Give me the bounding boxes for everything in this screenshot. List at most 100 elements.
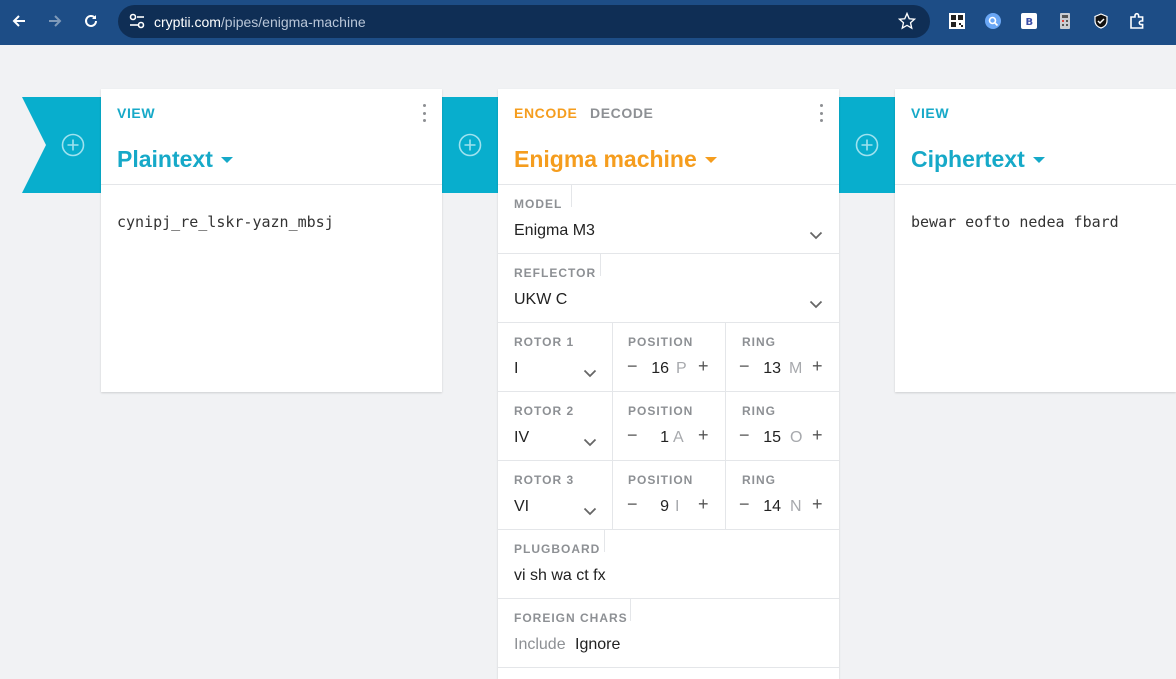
column-divider: [612, 392, 613, 461]
rotor-label: ROTOR 2: [514, 404, 575, 418]
browser-toolbar: cryptii.com/pipes/enigma-machine B: [0, 0, 1176, 45]
back-button[interactable]: [6, 8, 32, 34]
ciphertext-title-dropdown[interactable]: Ciphertext: [911, 146, 1045, 173]
ring-value[interactable]: 15: [756, 429, 781, 447]
qr-extension-icon[interactable]: [948, 12, 966, 30]
ring-label: RING: [742, 473, 776, 487]
tab-view[interactable]: VIEW: [911, 105, 949, 121]
tune-icon[interactable]: [128, 13, 146, 29]
reload-icon: [85, 14, 97, 27]
position-value[interactable]: 9: [644, 498, 669, 516]
caret-down-icon: [704, 156, 717, 163]
chevron-down-icon: [809, 231, 823, 240]
rotor-row: ROTOR 2 IV POSITION − 1 A + RING − 15 O …: [498, 392, 839, 461]
rotor-row: ROTOR 3 VI POSITION − 9 I + RING − 14 N …: [498, 461, 839, 530]
position-decrement-button[interactable]: −: [627, 494, 638, 515]
ciphertext-content[interactable]: bewar eofto nedea fbard: [911, 213, 1119, 231]
tab-view[interactable]: VIEW: [117, 105, 155, 121]
position-increment-button[interactable]: +: [698, 494, 709, 515]
foreign-chars-include-option[interactable]: Include: [514, 636, 566, 654]
plaintext-title-dropdown[interactable]: Plaintext: [117, 146, 233, 173]
position-label: POSITION: [628, 473, 694, 487]
plus-circle-icon[interactable]: [458, 133, 482, 157]
position-label: POSITION: [628, 335, 694, 349]
ring-decrement-button[interactable]: −: [739, 356, 750, 377]
forward-button[interactable]: [42, 8, 68, 34]
plugboard-field[interactable]: PLUGBOARD vi sh wa ct fx: [498, 530, 839, 599]
position-label: POSITION: [628, 404, 694, 418]
tab-decode[interactable]: DECODE: [590, 105, 654, 121]
chevron-down-icon: [809, 300, 823, 309]
calculator-extension-icon[interactable]: [1056, 12, 1074, 30]
card-title: Plaintext: [117, 146, 213, 172]
ring-increment-button[interactable]: +: [812, 425, 823, 446]
ciphertext-card: VIEW Ciphertext bewar eofto nedea fbard: [895, 89, 1176, 392]
column-divider: [612, 323, 613, 392]
ring-value[interactable]: 13: [756, 360, 781, 378]
foreign-chars-field: FOREIGN CHARS Include Ignore: [498, 599, 839, 668]
label-divider: [600, 254, 601, 276]
kebab-icon[interactable]: [421, 104, 427, 122]
ring-letter: M: [789, 360, 803, 377]
position-decrement-button[interactable]: −: [627, 356, 638, 377]
svg-text:B: B: [1026, 17, 1034, 28]
position-letter: P: [676, 360, 687, 377]
arrow-right-icon: [49, 15, 62, 27]
rotor-label: ROTOR 3: [514, 473, 575, 487]
field-label: MODEL: [514, 197, 563, 211]
foreign-chars-ignore-option[interactable]: Ignore: [575, 636, 620, 654]
column-divider: [725, 323, 726, 392]
address-bar[interactable]: cryptii.com/pipes/enigma-machine: [118, 5, 930, 38]
position-increment-button[interactable]: +: [698, 425, 709, 446]
plus-circle-icon[interactable]: [855, 133, 879, 157]
ring-letter: N: [790, 498, 802, 515]
rotor-select[interactable]: VI: [514, 498, 529, 516]
ring-label: RING: [742, 335, 776, 349]
enigma-card: ENCODE DECODE Enigma machine MODEL Enigm…: [498, 89, 839, 679]
enigma-card-header: ENCODE DECODE Enigma machine: [498, 89, 839, 185]
label-divider: [604, 530, 605, 552]
column-divider: [725, 392, 726, 461]
rotor-select[interactable]: I: [514, 360, 518, 378]
plaintext-card-header: VIEW Plaintext: [101, 89, 442, 185]
tab-encode[interactable]: ENCODE: [514, 105, 578, 121]
caret-down-icon: [1032, 156, 1045, 163]
ring-increment-button[interactable]: +: [812, 356, 823, 377]
enigma-title-dropdown[interactable]: Enigma machine: [514, 146, 717, 173]
ring-value[interactable]: 14: [756, 498, 781, 516]
extensions-puzzle-icon[interactable]: [1128, 12, 1146, 30]
reflector-value: UKW C: [514, 291, 568, 308]
label-divider: [630, 599, 631, 621]
shield-extension-icon[interactable]: [1092, 12, 1110, 30]
chevron-down-icon[interactable]: [583, 507, 597, 516]
kebab-icon[interactable]: [818, 104, 824, 122]
field-label: PLUGBOARD: [514, 542, 601, 556]
caret-down-icon: [220, 156, 233, 163]
reflector-select[interactable]: REFLECTOR UKW C: [498, 254, 839, 323]
plugboard-value[interactable]: vi sh wa ct fx: [514, 567, 606, 585]
star-icon[interactable]: [898, 12, 916, 30]
ring-decrement-button[interactable]: −: [739, 494, 750, 515]
position-decrement-button[interactable]: −: [627, 425, 638, 446]
reload-button[interactable]: [78, 8, 104, 34]
ring-increment-button[interactable]: +: [812, 494, 823, 515]
plaintext-content[interactable]: cynipj_re_lskr-yazn_mbsj: [117, 213, 334, 231]
position-value[interactable]: 16: [644, 360, 669, 378]
plus-circle-icon[interactable]: [61, 133, 85, 157]
plaintext-card: VIEW Plaintext cynipj_re_lskr-yazn_mbsj: [101, 89, 442, 392]
position-value[interactable]: 1: [644, 429, 669, 447]
url-text[interactable]: cryptii.com/pipes/enigma-machine: [154, 14, 366, 30]
position-increment-button[interactable]: +: [698, 356, 709, 377]
rotor-row: ROTOR 1 I POSITION − 16 P + RING − 13 M …: [498, 323, 839, 392]
column-divider: [725, 461, 726, 530]
model-select[interactable]: MODEL Enigma M3: [498, 185, 839, 254]
arrow-left-icon: [12, 15, 25, 27]
rotor-select[interactable]: IV: [514, 429, 529, 447]
ring-decrement-button[interactable]: −: [739, 425, 750, 446]
position-letter: A: [673, 429, 684, 446]
chevron-down-icon[interactable]: [583, 438, 597, 447]
search-extension-icon[interactable]: [984, 12, 1002, 30]
b-extension-icon[interactable]: B: [1020, 12, 1038, 30]
chevron-down-icon[interactable]: [583, 369, 597, 378]
ring-letter: O: [790, 429, 803, 446]
